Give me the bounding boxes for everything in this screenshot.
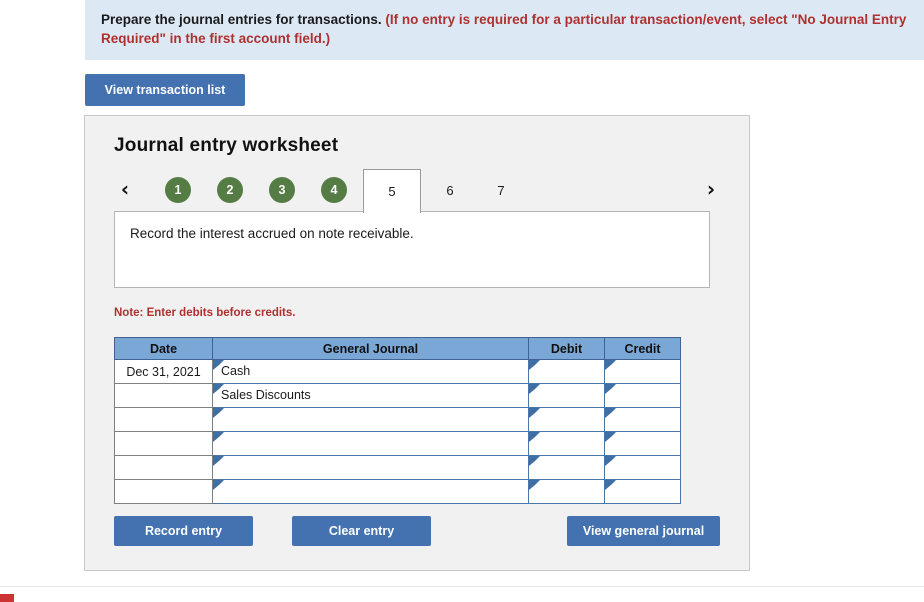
bottom-red-indicator: [0, 594, 14, 602]
dropdown-marker-icon: [529, 480, 540, 490]
account-cell-1[interactable]: Cash: [212, 359, 529, 384]
dropdown-marker-icon: [213, 408, 224, 418]
account-cell-4[interactable]: [212, 431, 529, 456]
tab-6-label: 6: [446, 182, 454, 198]
date-cell-1[interactable]: Dec 31, 2021: [114, 359, 213, 384]
instruction-bold-text: Prepare the journal entries for transact…: [101, 12, 382, 27]
dropdown-marker-icon: [213, 384, 224, 394]
instruction-line-1: Prepare the journal entries for transact…: [101, 10, 912, 29]
tab-1[interactable]: 1: [165, 169, 191, 211]
chevron-left-icon[interactable]: ‹: [114, 175, 136, 203]
page-divider: [0, 586, 924, 587]
dropdown-marker-icon: [605, 480, 616, 490]
tab-3[interactable]: 3: [269, 169, 295, 211]
tab-3-label: 3: [269, 177, 295, 203]
credit-cell-1[interactable]: [604, 359, 681, 384]
table-row: [114, 455, 681, 480]
debit-cell-6[interactable]: [528, 479, 605, 504]
dropdown-marker-icon: [529, 384, 540, 394]
tab-7[interactable]: 7: [488, 169, 514, 211]
dropdown-marker-icon: [605, 456, 616, 466]
worksheet-title: Journal entry worksheet: [114, 135, 339, 156]
table-row: [114, 431, 681, 456]
dropdown-marker-icon: [605, 432, 616, 442]
debit-cell-3[interactable]: [528, 407, 605, 432]
transaction-description-text: Record the interest accrued on note rece…: [130, 226, 414, 241]
date-cell-4[interactable]: [114, 431, 213, 456]
credit-cell-4[interactable]: [604, 431, 681, 456]
date-cell-3[interactable]: [114, 407, 213, 432]
dropdown-marker-icon: [529, 432, 540, 442]
column-header-credit: Credit: [604, 337, 681, 360]
table-row: [114, 407, 681, 432]
column-header-date: Date: [114, 337, 213, 360]
tab-2[interactable]: 2: [217, 169, 243, 211]
table-row: Dec 31, 2021 Cash: [114, 359, 681, 384]
dropdown-marker-icon: [605, 384, 616, 394]
table-header-row: Date General Journal Debit Credit: [114, 337, 681, 360]
tab-5-active[interactable]: 5: [363, 169, 421, 213]
credit-cell-6[interactable]: [604, 479, 681, 504]
dropdown-marker-icon: [605, 408, 616, 418]
dropdown-marker-icon: [529, 360, 540, 370]
chevron-right-icon[interactable]: ›: [700, 175, 722, 203]
column-header-debit: Debit: [528, 337, 605, 360]
tab-2-label: 2: [217, 177, 243, 203]
debit-cell-2[interactable]: [528, 383, 605, 408]
date-cell-2[interactable]: [114, 383, 213, 408]
debit-cell-1[interactable]: [528, 359, 605, 384]
instruction-banner: Prepare the journal entries for transact…: [85, 0, 924, 60]
dropdown-marker-icon: [213, 360, 224, 370]
debit-cell-4[interactable]: [528, 431, 605, 456]
tab-4[interactable]: 4: [321, 169, 347, 211]
table-row: Sales Discounts: [114, 383, 681, 408]
tab-4-label: 4: [321, 177, 347, 203]
account-cell-5[interactable]: [212, 455, 529, 480]
transaction-description-box: Record the interest accrued on note rece…: [114, 211, 710, 288]
account-cell-2-text: Sales Discounts: [221, 388, 311, 402]
credit-cell-2[interactable]: [604, 383, 681, 408]
dropdown-marker-icon: [213, 480, 224, 490]
dropdown-marker-icon: [605, 360, 616, 370]
journal-entry-worksheet-panel: Journal entry worksheet ‹ 1 2 3 4 5 6 7 …: [84, 115, 750, 571]
table-row: [114, 479, 681, 504]
debit-cell-5[interactable]: [528, 455, 605, 480]
credit-cell-5[interactable]: [604, 455, 681, 480]
instruction-red-text-1: (If no entry is required for a particula…: [385, 12, 907, 27]
date-cell-5[interactable]: [114, 455, 213, 480]
account-cell-2[interactable]: Sales Discounts: [212, 383, 529, 408]
general-journal-table: Date General Journal Debit Credit Dec 31…: [114, 337, 681, 504]
view-general-journal-button[interactable]: View general journal: [567, 516, 720, 546]
clear-entry-button[interactable]: Clear entry: [292, 516, 431, 546]
tab-7-label: 7: [497, 182, 505, 198]
record-entry-button[interactable]: Record entry: [114, 516, 253, 546]
instruction-red-text-2: Required" in the first account field.): [101, 31, 331, 46]
debits-before-credits-note: Note: Enter debits before credits.: [114, 307, 296, 319]
account-cell-6[interactable]: [212, 479, 529, 504]
column-header-general-journal: General Journal: [212, 337, 529, 360]
account-cell-3[interactable]: [212, 407, 529, 432]
tab-1-label: 1: [165, 177, 191, 203]
dropdown-marker-icon: [213, 432, 224, 442]
worksheet-tab-strip: ‹ 1 2 3 4 5 6 7 ›: [114, 169, 722, 213]
date-cell-6[interactable]: [114, 479, 213, 504]
dropdown-marker-icon: [213, 456, 224, 466]
dropdown-marker-icon: [529, 456, 540, 466]
credit-cell-3[interactable]: [604, 407, 681, 432]
dropdown-marker-icon: [529, 408, 540, 418]
tab-6[interactable]: 6: [437, 169, 463, 211]
account-cell-1-text: Cash: [221, 364, 251, 378]
view-transaction-list-button[interactable]: View transaction list: [85, 74, 245, 106]
